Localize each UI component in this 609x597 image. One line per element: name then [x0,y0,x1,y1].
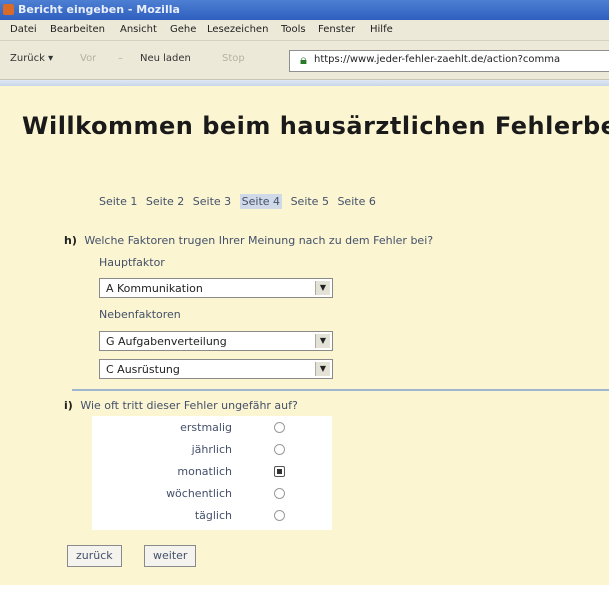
side-factor-select-1[interactable]: G Aufgabenverteilung ▼ [99,331,333,351]
main-factor-value: A Kommunikation [106,282,203,295]
main-factor-select[interactable]: A Kommunikation ▼ [99,278,333,298]
frequency-option: wöchentlich [92,484,332,504]
page-link-2[interactable]: Seite 2 [146,195,184,208]
frequency-option: jährlich [92,440,332,460]
back-page-button[interactable]: zurück [67,545,122,567]
frequency-option: täglich [92,506,332,526]
stop-button[interactable]: Stop [222,53,245,64]
frequency-label: wöchentlich [166,487,232,500]
radio-jaehrlich[interactable] [274,444,285,455]
window-title: Bericht eingeben - Mozilla [18,3,180,16]
chevron-down-icon[interactable]: ▼ [315,362,330,376]
question-i: i) Wie oft tritt dieser Fehler ungefähr … [64,399,298,412]
side-factors-label: Nebenfaktoren [99,308,181,321]
menu-bar: Datei Bearbeiten Ansicht Gehe Lesezeiche… [0,20,609,41]
url-bar[interactable]: 🔒︎ https://www.jeder-fehler-zaehlt.de/ac… [289,50,609,72]
question-h-text: Welche Faktoren trugen Ihrer Meinung nac… [84,234,434,247]
chevron-down-icon[interactable]: ▼ [315,281,330,295]
radio-woechentlich[interactable] [274,488,285,499]
back-button[interactable]: Zurück ▾ [10,53,53,64]
side-factor-2-value: C Ausrüstung [106,363,180,376]
main-factor-label: Hauptfaktor [99,256,165,269]
frequency-label: erstmalig [180,421,232,434]
frequency-option: monatlich [92,462,332,482]
frequency-label: jährlich [191,443,232,456]
menu-bearbeiten[interactable]: Bearbeiten [50,24,105,35]
frequency-label: täglich [194,509,232,522]
menu-fenster[interactable]: Fenster [318,24,355,35]
question-i-text: Wie oft tritt dieser Fehler ungefähr auf… [80,399,298,412]
browser-window: Bericht eingeben - Mozilla Datei Bearbei… [0,0,609,585]
menu-hilfe[interactable]: Hilfe [370,24,393,35]
question-h-number: h) [64,234,77,247]
question-h: h) Welche Faktoren trugen Ihrer Meinung … [64,234,433,247]
side-factor-select-2[interactable]: C Ausrüstung ▼ [99,359,333,379]
menu-gehe[interactable]: Gehe [170,24,196,35]
page-link-3[interactable]: Seite 3 [193,195,231,208]
page-link-6[interactable]: Seite 6 [337,195,375,208]
page-link-1[interactable]: Seite 1 [99,195,137,208]
frequency-option: erstmalig [92,418,332,438]
forward-button[interactable]: Vor [80,53,96,64]
menu-tools[interactable]: Tools [281,24,306,35]
browser-app-icon [3,4,14,15]
toolbar-divider [0,80,609,86]
radio-monatlich-selected[interactable] [274,466,285,477]
title-bar: Bericht eingeben - Mozilla [0,0,609,20]
radio-taeglich[interactable] [274,510,285,521]
secure-lock-icon: 🔒︎ [300,53,307,68]
back-dropdown-icon[interactable]: ▾ [48,53,53,64]
frequency-radio-group: erstmalig jährlich monatlich wöchentlich… [92,416,332,530]
back-label: Zurück [10,53,45,64]
page-link-5[interactable]: Seite 5 [291,195,329,208]
url-text: https://www.jeder-fehler-zaehlt.de/actio… [314,54,561,65]
menu-lesezeichen[interactable]: Lesezeichen [207,24,268,35]
page-title: Willkommen beim hausärztlichen Fehlerber… [22,112,609,140]
reload-button[interactable]: Neu laden [140,53,191,64]
chevron-down-icon[interactable]: ▼ [315,334,330,348]
side-factor-1-value: G Aufgabenverteilung [106,335,227,348]
question-i-number: i) [64,399,73,412]
next-page-button[interactable]: weiter [144,545,197,567]
frequency-label: monatlich [177,465,232,478]
menu-datei[interactable]: Datei [10,24,37,35]
forward-dropdown-icon[interactable]: – [118,53,123,64]
page-navigation: Seite 1 Seite 2 Seite 3 Seite 4 Seite 5 … [99,194,381,209]
section-divider [72,389,609,391]
navigation-toolbar: Zurück ▾ Vor – Neu laden Stop 🔒︎ https:/… [0,41,609,80]
menu-ansicht[interactable]: Ansicht [120,24,157,35]
radio-erstmalig[interactable] [274,422,285,433]
page-link-4-current[interactable]: Seite 4 [239,194,283,209]
